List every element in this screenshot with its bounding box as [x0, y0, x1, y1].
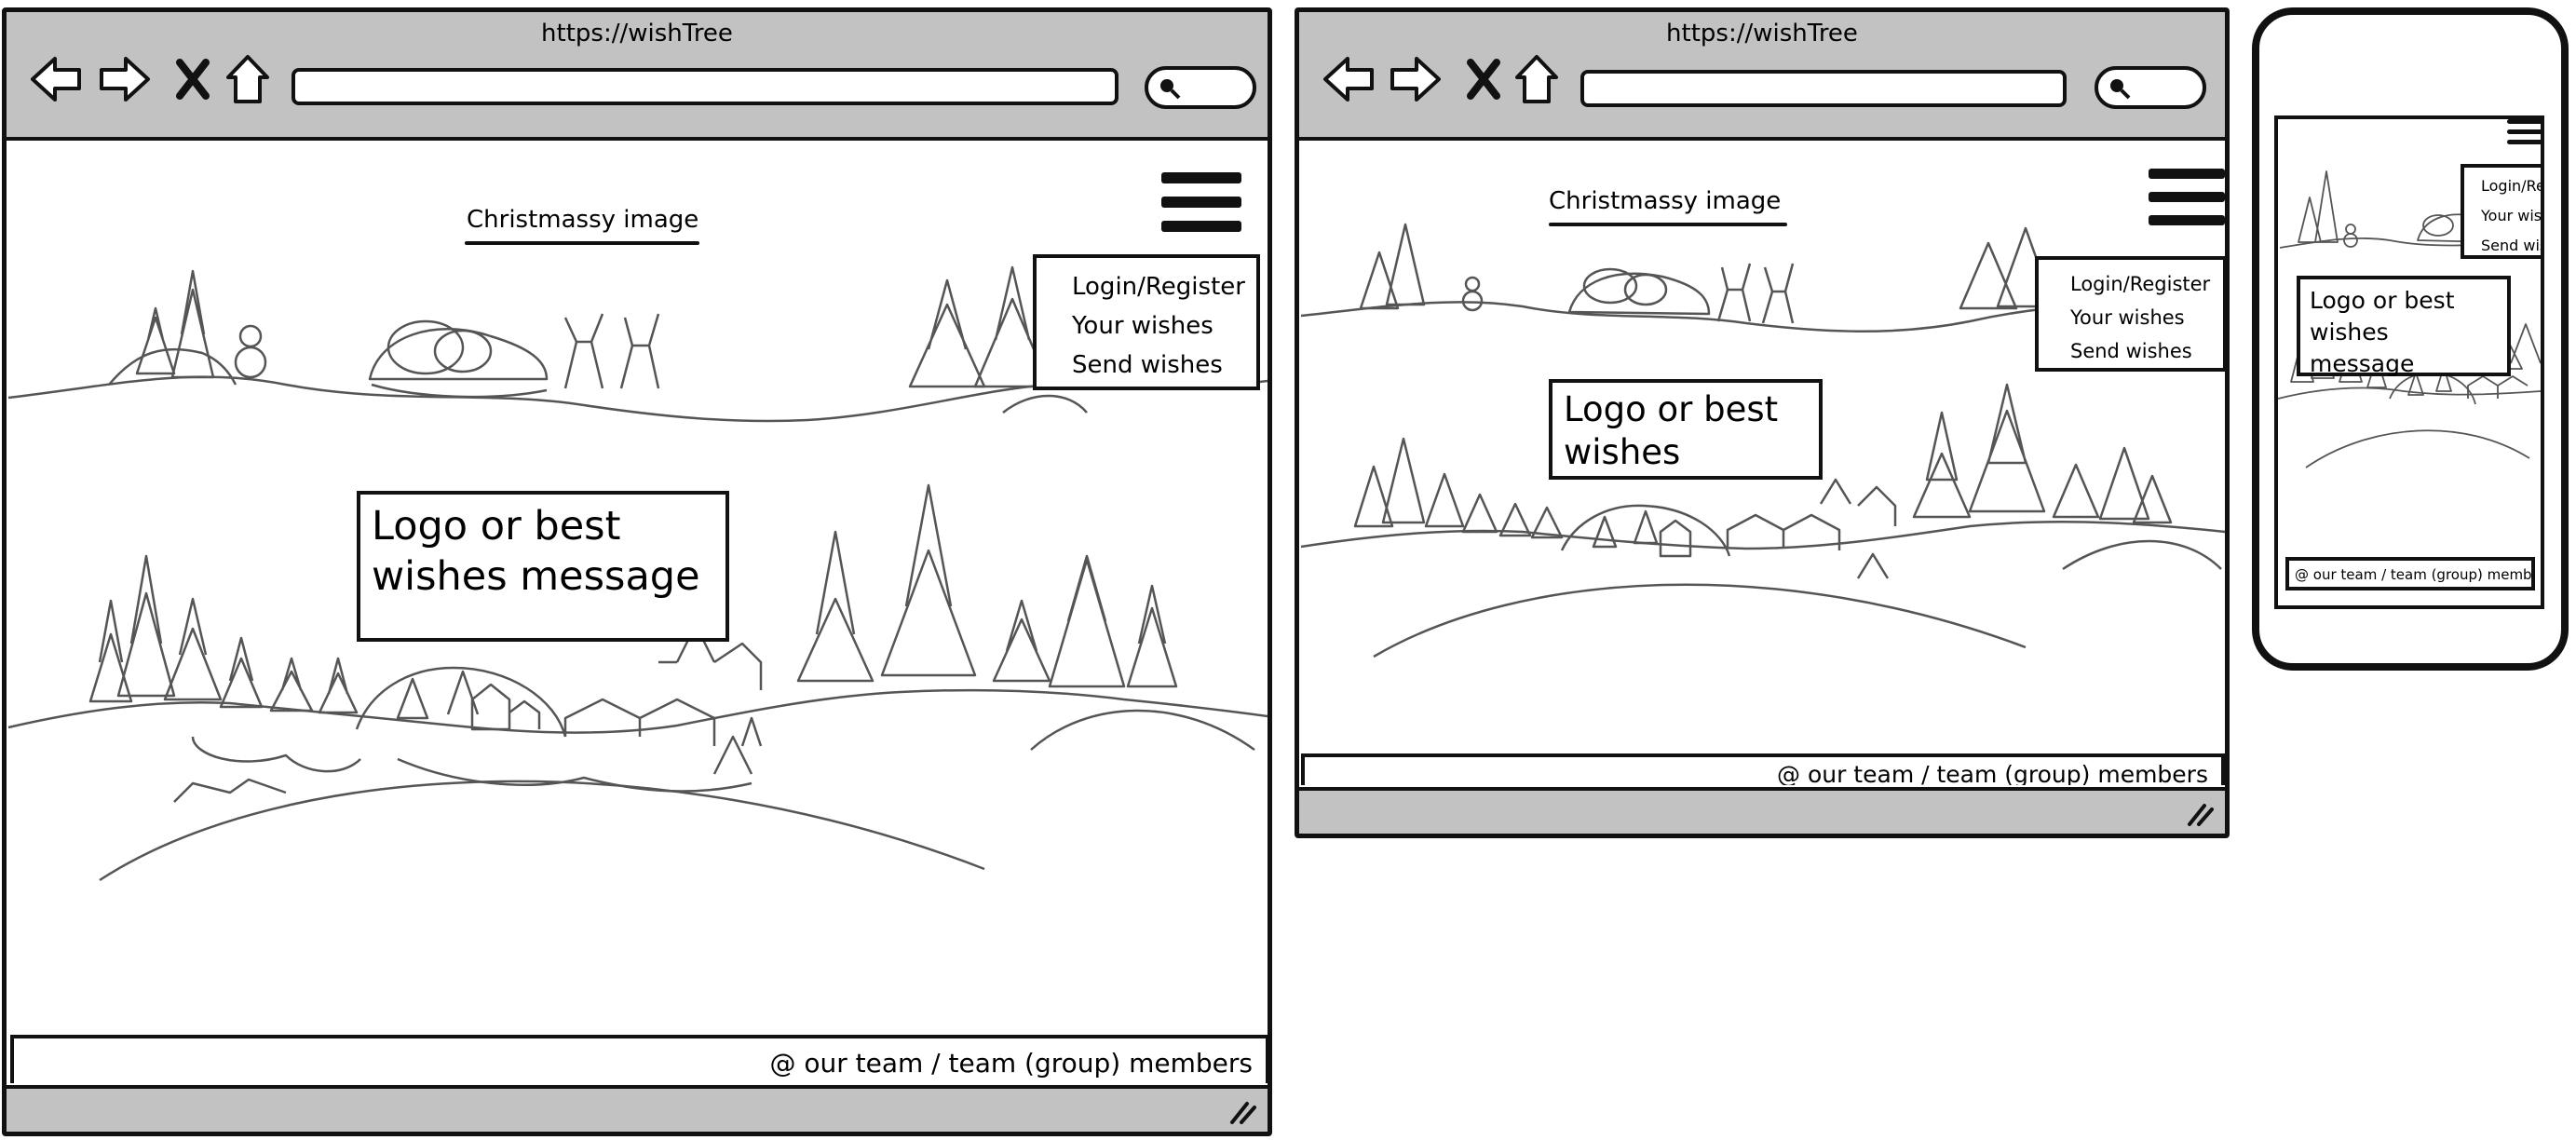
desktop-browser-window: https://wishTree Christmassy image Login…	[2, 7, 1272, 1136]
resize-grip-icon[interactable]	[2186, 800, 2214, 828]
menu-item-send-wishes[interactable]: Send wishes	[2070, 334, 2223, 368]
browser-status-bar	[7, 1085, 1268, 1132]
logo-text: Logo or best wishes	[1564, 389, 1779, 473]
nav-dropdown-menu: Login/Register Your wishes Send wishes	[1033, 254, 1260, 390]
browser-toolbar: https://wishTree	[7, 12, 1268, 141]
address-bar-input[interactable]	[1580, 70, 2067, 107]
menu-item-your-wishes[interactable]: Your wishes	[2070, 301, 2223, 334]
browser-status-bar	[1299, 787, 2225, 834]
nav-dropdown-menu: Login/Register Your wishes Send wishes	[2035, 256, 2225, 372]
footer-text[interactable]: @ our team / team (group) members	[2295, 566, 2531, 583]
nav-dropdown-menu: Login/Re Your wish Send wis	[2461, 164, 2541, 259]
home-icon[interactable]	[1513, 53, 1560, 105]
mobile-screen: Login/Re Your wish Send wis Logo or best…	[2274, 115, 2544, 609]
page-footer: @ our team / team (group) members	[10, 1035, 1268, 1083]
forward-arrow-icon[interactable]	[1389, 55, 1443, 103]
page-footer: @ our team / team (group) members	[1301, 753, 2225, 785]
browser-toolbar: https://wishTree	[1299, 12, 2225, 141]
hamburger-menu-icon[interactable]	[2149, 169, 2225, 225]
menu-item-your-wishes[interactable]: Your wish	[2481, 201, 2541, 231]
logo-text: Logo or best wishes message	[2310, 287, 2455, 377]
window-url-title: https://wishTree	[1666, 20, 1858, 48]
menu-item-login-register[interactable]: Login/Register	[1072, 267, 1256, 306]
search-icon	[2110, 79, 2131, 100]
page-viewport: Christmassy image Login/Register Your wi…	[7, 141, 1268, 1083]
hero-image-caption: Christmassy image	[467, 206, 699, 234]
resize-grip-icon[interactable]	[1228, 1098, 1256, 1126]
logo-placeholder: Logo or best wishes message	[2297, 276, 2511, 377]
home-icon[interactable]	[224, 53, 271, 105]
search-icon	[1160, 79, 1181, 100]
address-bar-input[interactable]	[291, 68, 1119, 105]
menu-item-send-wishes[interactable]: Send wis	[2481, 231, 2541, 255]
page-footer: @ our team / team (group) members	[2285, 557, 2535, 590]
logo-text: Logo or best wishes message	[372, 503, 700, 600]
hamburger-menu-icon[interactable]	[1161, 172, 1241, 232]
mobile-device-frame: Login/Re Your wish Send wis Logo or best…	[2252, 7, 2569, 671]
forward-arrow-icon[interactable]	[98, 55, 152, 103]
footer-text[interactable]: @ our team / team (group) members	[1777, 761, 2208, 785]
caption-underline	[465, 241, 699, 245]
window-url-title: https://wishTree	[541, 20, 733, 48]
footer-text[interactable]: @ our team / team (group) members	[769, 1048, 1253, 1079]
hamburger-menu-icon[interactable]	[2507, 119, 2541, 144]
tablet-browser-window: https://wishTree Christmassy image Login…	[1295, 7, 2230, 838]
back-arrow-icon[interactable]	[1322, 55, 1376, 103]
hero-image-caption: Christmassy image	[1549, 187, 1782, 215]
logo-placeholder: Logo or best wishes	[1549, 379, 1823, 480]
menu-item-send-wishes[interactable]: Send wishes	[1072, 346, 1256, 385]
menu-item-login-register[interactable]: Login/Re	[2481, 171, 2541, 201]
menu-item-login-register[interactable]: Login/Register	[2070, 267, 2223, 301]
back-arrow-icon[interactable]	[29, 55, 83, 103]
logo-placeholder: Logo or best wishes message	[357, 491, 729, 642]
page-viewport: Christmassy image Login/Register Your wi…	[1299, 141, 2225, 785]
search-box[interactable]	[1145, 66, 1256, 109]
caption-underline	[1549, 223, 1787, 226]
menu-item-your-wishes[interactable]: Your wishes	[1072, 306, 1256, 346]
search-box[interactable]	[2095, 66, 2206, 109]
close-icon[interactable]	[174, 59, 211, 100]
close-icon[interactable]	[1465, 59, 1502, 100]
